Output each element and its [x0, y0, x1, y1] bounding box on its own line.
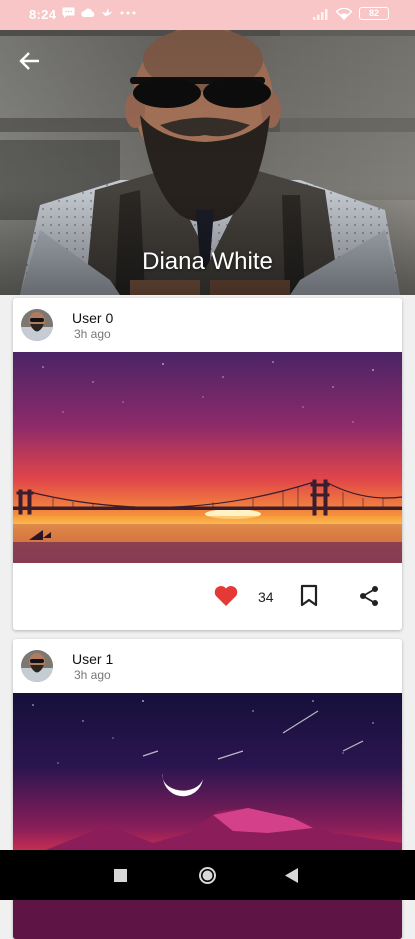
- chat-icon: [62, 7, 75, 18]
- avatar[interactable]: [21, 309, 53, 341]
- system-navigation-bar: [0, 850, 415, 900]
- post-time: 3h ago: [74, 327, 111, 341]
- post-image[interactable]: [13, 352, 402, 563]
- post-username[interactable]: User 0: [72, 310, 113, 326]
- bird-icon: [102, 8, 113, 16]
- wifi-icon: [336, 7, 352, 20]
- status-bar: 8:24 82: [0, 0, 415, 30]
- back-arrow-icon[interactable]: [14, 48, 46, 74]
- profile-name: Diana White: [142, 248, 273, 275]
- post-time: 3h ago: [74, 668, 111, 682]
- bookmark-icon[interactable]: [299, 584, 319, 608]
- cloud-icon: [81, 8, 95, 17]
- post-header: User 1 3h ago: [13, 639, 402, 693]
- back-triangle-icon[interactable]: [285, 868, 298, 883]
- post-username[interactable]: User 1: [72, 651, 113, 667]
- battery-icon: 82: [359, 7, 389, 20]
- recents-square-icon[interactable]: [114, 869, 127, 882]
- more-dots-icon: [120, 11, 136, 14]
- share-icon[interactable]: [357, 584, 381, 608]
- post-card: User 0 3h ago 34: [13, 298, 402, 630]
- post-header: User 0 3h ago: [13, 298, 402, 352]
- heart-icon[interactable]: [213, 584, 239, 608]
- status-time: 8:24: [29, 7, 57, 22]
- profile-header: Diana White: [0, 30, 415, 295]
- post-image[interactable]: [13, 693, 402, 939]
- avatar[interactable]: [21, 650, 53, 682]
- home-circle-icon[interactable]: [198, 866, 217, 885]
- post-actions: 34: [13, 563, 402, 630]
- signal-icon: [313, 8, 328, 20]
- like-count: 34: [258, 589, 274, 605]
